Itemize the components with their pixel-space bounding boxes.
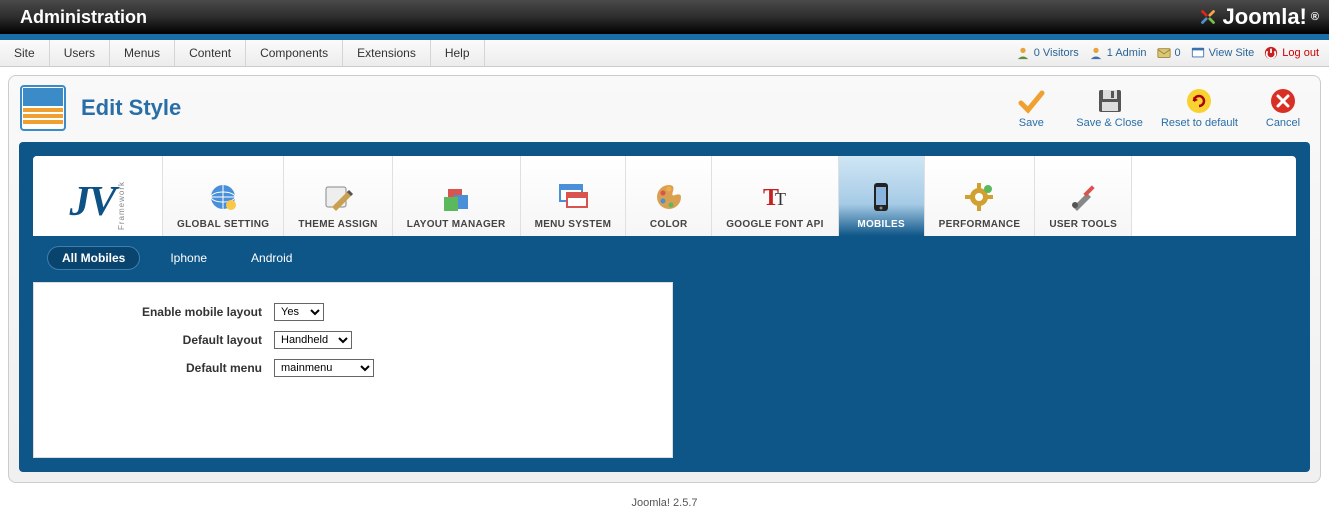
save-icon [1017,87,1045,115]
row-enable-mobile: Enable mobile layout Yes [54,303,652,321]
view-site-link[interactable]: View Site [1191,46,1255,60]
mobile-settings-form: Enable mobile layout Yes Default layout … [33,282,673,458]
jv-logo-sub: Framework [117,181,126,230]
subtab-iphone[interactable]: Iphone [156,247,221,269]
topbar: Administration Joomla!® [0,0,1329,40]
menu-components[interactable]: Components [246,40,343,66]
tab-global-setting[interactable]: GLOBAL SETTING [163,156,284,236]
menu-users[interactable]: Users [50,40,110,66]
tab-theme-assign[interactable]: THEME ASSIGN [284,156,392,236]
content-panel: Edit Style Save Save & Close Reset to de… [8,75,1321,483]
menubar: Site Users Menus Content Components Exte… [0,40,1329,67]
disk-icon [1096,87,1124,115]
select-default-menu[interactable]: mainmenu [274,359,374,377]
mail-icon [1157,46,1171,60]
toolbar: Save Save & Close Reset to default Cance… [1004,87,1310,129]
admins-icon [1089,46,1103,60]
tab-user-tools[interactable]: USER TOOLS [1035,156,1132,236]
gear-icon [963,181,995,213]
menu-content[interactable]: Content [175,40,246,66]
menu-extensions[interactable]: Extensions [343,40,431,66]
logout-link[interactable]: Log out [1264,46,1319,60]
footer-version: Joomla! 2.5.7 [0,491,1329,515]
main-menu: Site Users Menus Content Components Exte… [0,40,485,66]
cancel-icon [1269,87,1297,115]
menu-help[interactable]: Help [431,40,485,66]
tab-layout-manager[interactable]: LAYOUT MANAGER [393,156,521,236]
tab-mobiles[interactable]: MOBILES [839,156,925,236]
menu-site[interactable]: Site [0,40,50,66]
row-default-layout: Default layout Handheld [54,331,652,349]
subtab-all-mobiles[interactable]: All Mobiles [47,246,140,270]
cancel-button[interactable]: Cancel [1256,87,1310,129]
globe-icon [207,181,239,213]
menu-icon [557,181,589,213]
page-title: Edit Style [81,95,1004,121]
menu-menus[interactable]: Menus [110,40,175,66]
label-default-layout: Default layout [54,333,274,347]
save-button[interactable]: Save [1004,87,1058,129]
reset-icon [1185,87,1213,115]
palette-icon [653,181,685,213]
admin-title: Administration [20,7,1197,28]
layout-icon [440,181,472,213]
messages-count[interactable]: 0 [1157,46,1181,60]
tab-color[interactable]: COLOR [626,156,712,236]
joomla-logo: Joomla!® [1197,4,1319,30]
select-default-layout[interactable]: Handheld [274,331,352,349]
label-enable-mobile: Enable mobile layout [54,305,274,319]
tab-google-font[interactable]: TT GOOGLE FONT API [712,156,838,236]
save-close-button[interactable]: Save & Close [1076,87,1143,129]
row-default-menu: Default menu mainmenu [54,359,652,377]
label-default-menu: Default menu [54,361,274,375]
subtab-android[interactable]: Android [237,247,306,269]
mobile-icon [865,181,897,213]
jv-logo-text: JV [69,181,114,223]
theme-icon [322,181,354,213]
framework-tabs: JV Framework GLOBAL SETTING THEME ASSIGN… [33,156,1296,236]
svg-text:T: T [775,189,786,209]
logout-icon [1264,46,1278,60]
tools-icon [1067,181,1099,213]
mobile-subtabs: All Mobiles Iphone Android [33,236,1296,282]
font-icon: TT [759,181,791,213]
tab-performance[interactable]: PERFORMANCE [925,156,1036,236]
brand-text: Joomla! [1223,4,1307,30]
tab-menu-system[interactable]: MENU SYSTEM [521,156,627,236]
admins-count[interactable]: 1 Admin [1089,46,1147,60]
select-enable-mobile[interactable]: Yes [274,303,324,321]
visitors-count[interactable]: 0 Visitors [1016,46,1079,60]
reset-button[interactable]: Reset to default [1161,87,1238,129]
preview-icon [1191,46,1205,60]
framework-panel: JV Framework GLOBAL SETTING THEME ASSIGN… [19,142,1310,472]
joomla-icon [1197,6,1219,28]
jv-logo-tab: JV Framework [33,156,163,236]
page-header: Edit Style Save Save & Close Reset to de… [19,84,1310,132]
status-bar: 0 Visitors 1 Admin 0 View Site Log out [1016,40,1329,66]
page-icon [19,84,67,132]
visitors-icon [1016,46,1030,60]
